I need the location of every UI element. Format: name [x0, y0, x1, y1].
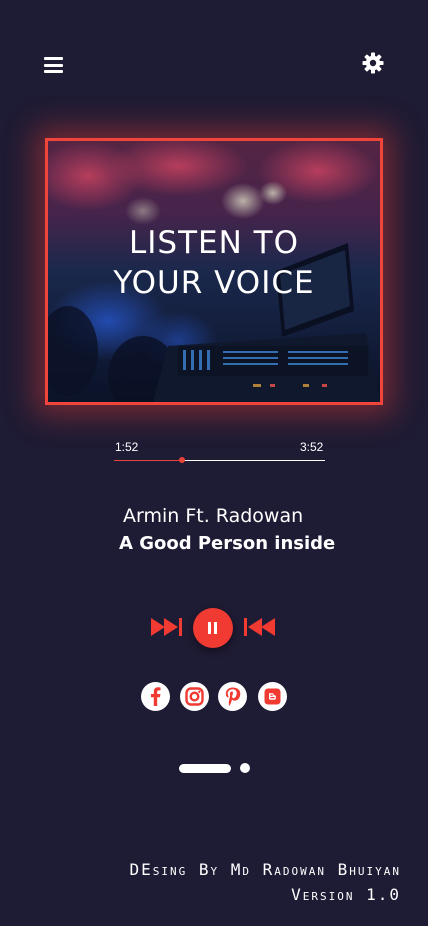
page-indicator-active[interactable]	[179, 764, 231, 773]
elapsed-time: 1:52	[115, 440, 139, 454]
version-label: Version 1.0	[291, 885, 401, 904]
cover-title-line1: LISTEN TO	[129, 225, 299, 261]
instagram-icon[interactable]	[180, 682, 209, 711]
music-player-screen: LISTEN TO YOUR VOICE 1:52 3:52 Armin Ft.…	[0, 0, 428, 926]
blogger-icon[interactable]	[258, 682, 287, 711]
gear-icon[interactable]	[361, 51, 385, 75]
song-title: A Good Person inside	[119, 533, 336, 554]
pinterest-icon[interactable]	[218, 682, 247, 711]
progress-bar[interactable]	[114, 457, 325, 463]
rewind-double-arrow-icon[interactable]	[242, 615, 276, 639]
total-duration: 3:52	[300, 440, 324, 454]
progress-knob[interactable]	[178, 457, 185, 463]
progress-fill	[114, 460, 182, 461]
fast-forward-double-arrow-icon[interactable]	[150, 615, 184, 639]
designer-credit: DEsing By Md Radowan Bhuiyan	[129, 860, 401, 879]
page-indicator-dot[interactable]	[240, 763, 250, 773]
artist-name: Armin Ft. Radowan	[123, 505, 304, 527]
pause-button[interactable]	[193, 608, 233, 648]
hamburger-menu-icon[interactable]	[43, 55, 65, 75]
pause-icon	[208, 622, 211, 634]
cover-title-line2: YOUR VOICE	[113, 265, 315, 301]
facebook-icon[interactable]	[141, 682, 170, 711]
album-cover[interactable]: LISTEN TO YOUR VOICE	[45, 138, 383, 405]
